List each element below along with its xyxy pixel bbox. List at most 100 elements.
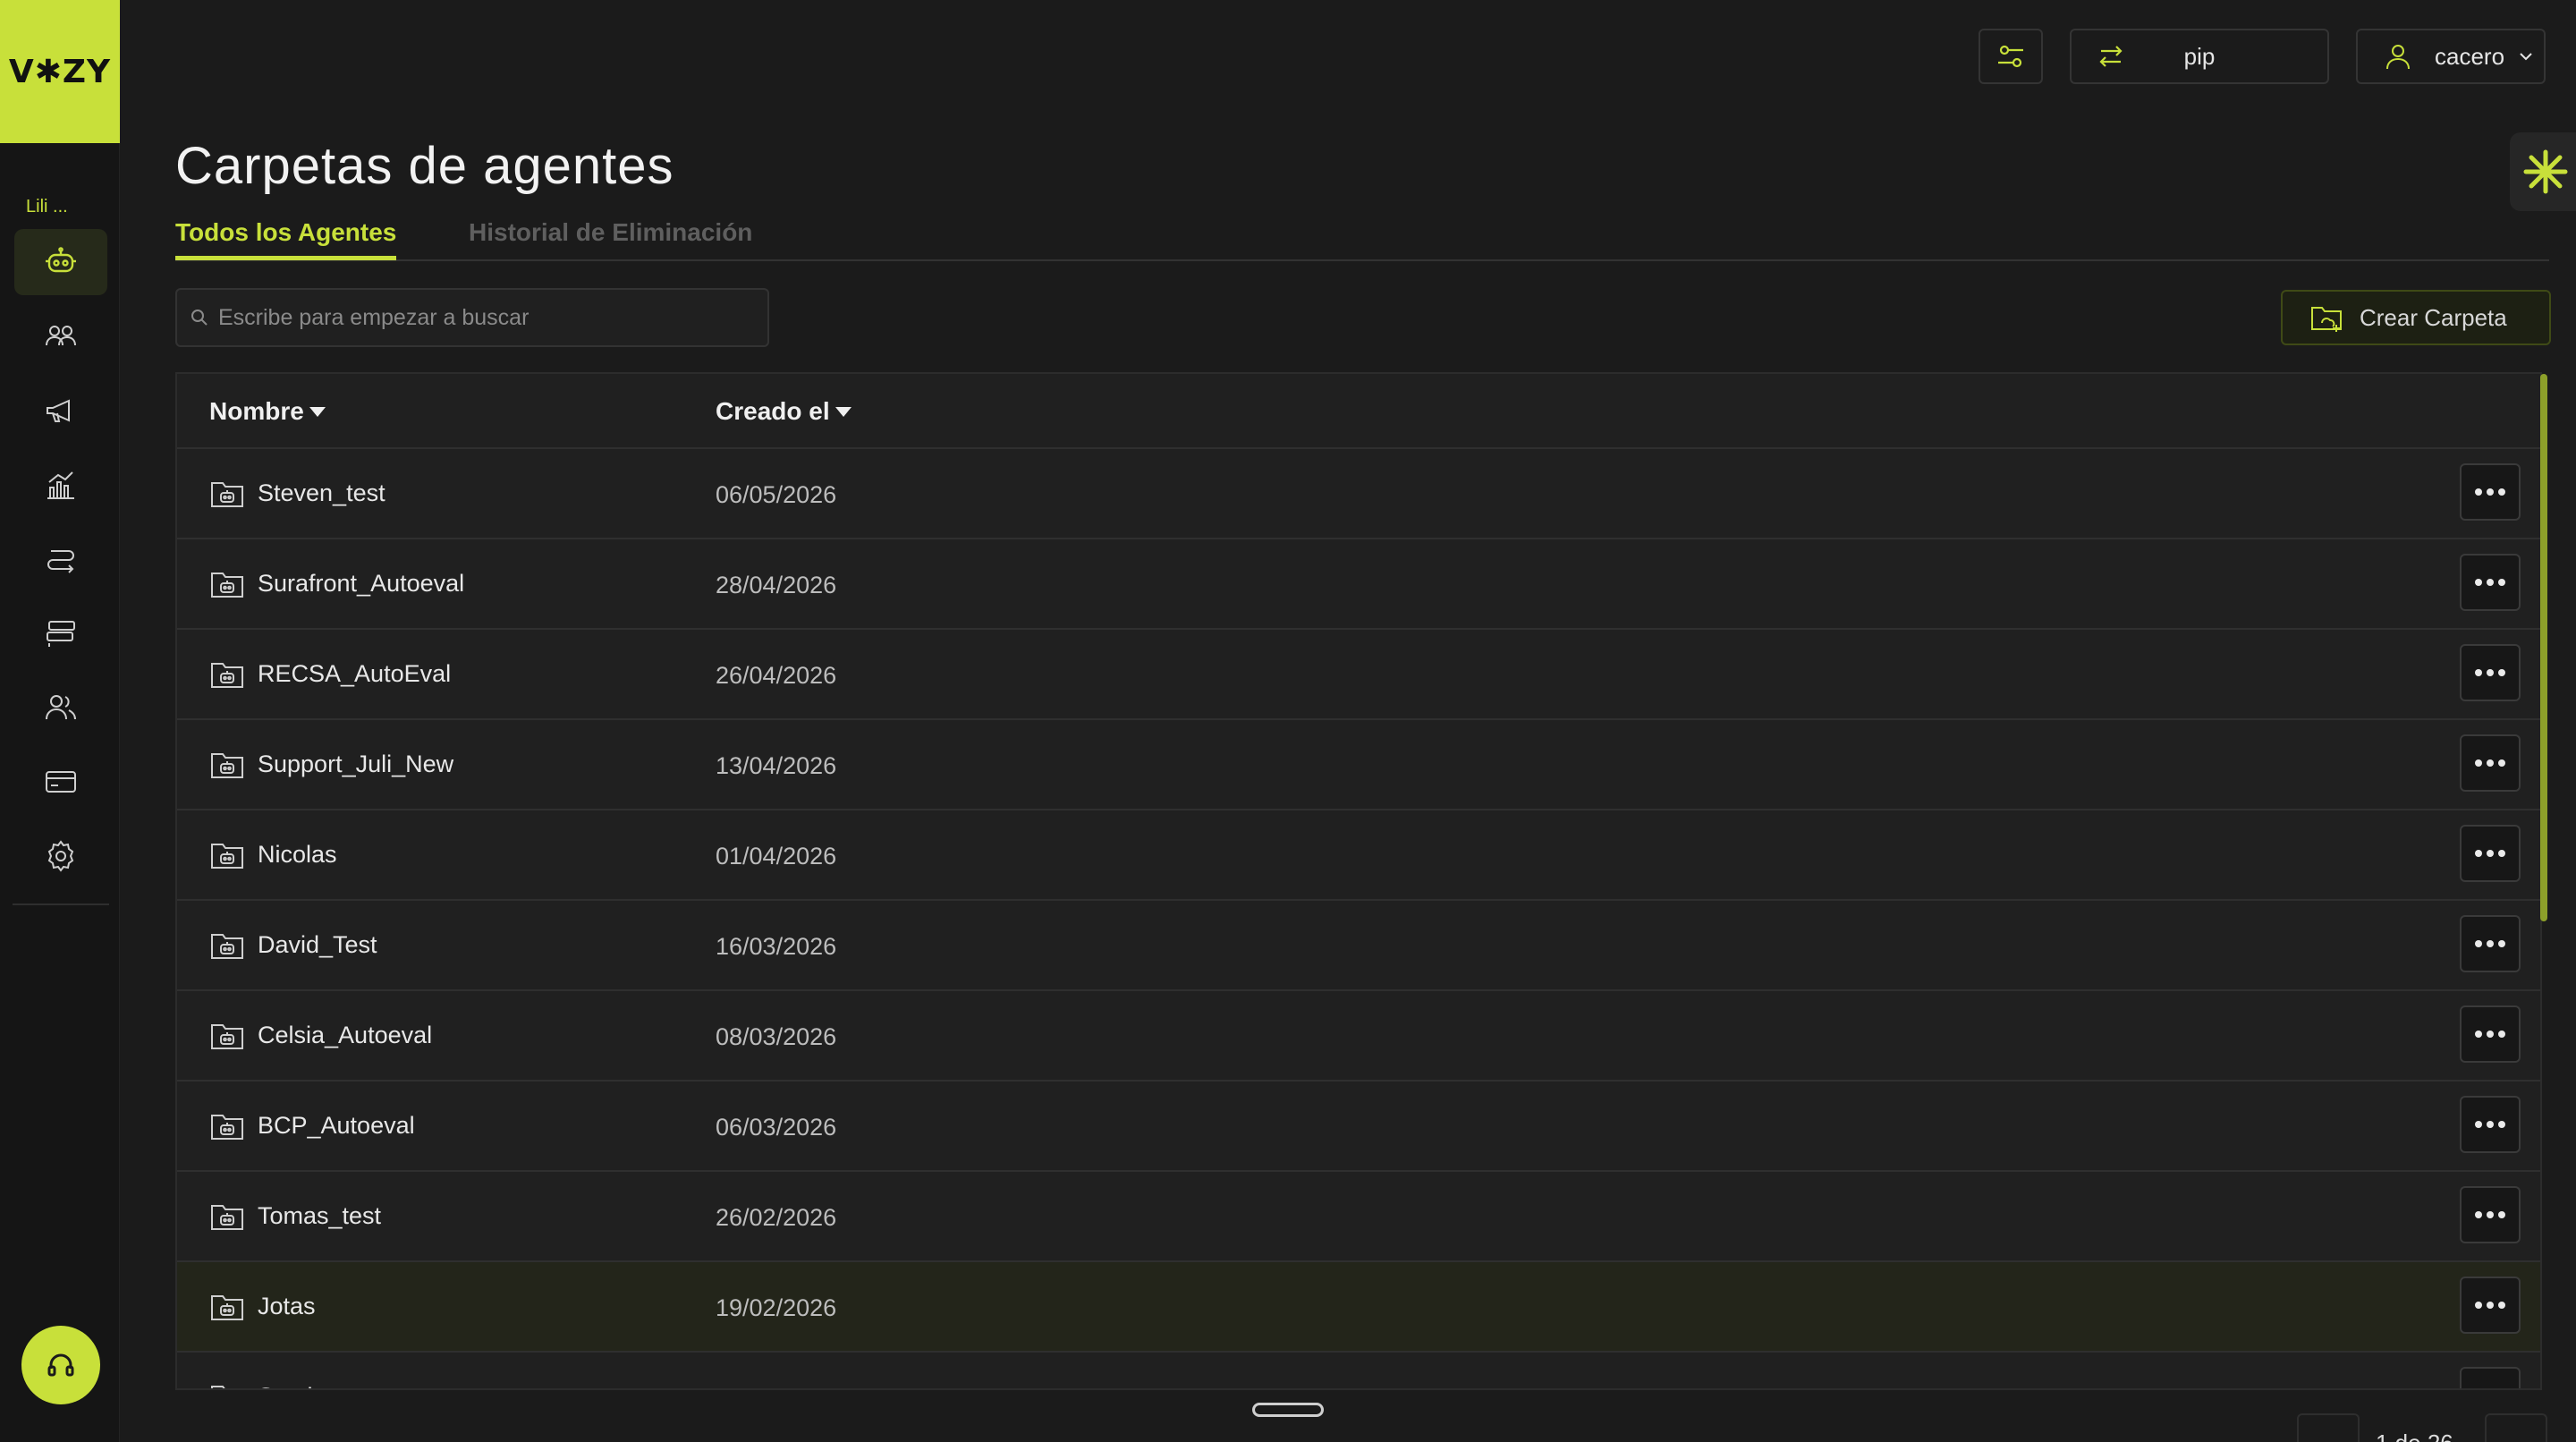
sidebar-item-users[interactable] [14,674,107,741]
search-input[interactable] [218,304,755,331]
table-body: Steven_test 06/05/2026 Surafront_Autoeval 2… [177,449,2540,1388]
users-group-icon [46,326,76,346]
folder-name[interactable]: David_Test [258,931,377,959]
more-dots-icon [2498,1211,2505,1218]
table-row[interactable]: Surafront_Autoeval 28/04/2026 [177,539,2540,630]
more-dots-icon [2475,850,2482,857]
logo-text: V✱ZY [8,53,112,90]
row-more-button[interactable] [2460,1096,2521,1153]
folder-name[interactable]: BCP_Autoeval [258,1112,415,1140]
folder-created-date: 01/04/2026 [716,843,837,869]
agent-folder-icon [211,934,243,959]
pagination-next-button[interactable] [2485,1413,2547,1442]
agent-folder-icon [211,1024,243,1049]
more-dots-icon [2475,669,2482,676]
row-more-button[interactable] [2460,463,2521,521]
sidebar-item-analytics[interactable] [14,452,107,518]
chart-icon [47,471,74,499]
table-scrollbar[interactable] [2540,374,2547,921]
user-icon [2386,45,2410,70]
table-row[interactable]: RECSA_AutoEval 26/04/2026 [177,630,2540,720]
row-more-button[interactable] [2460,1186,2521,1243]
folder-created-date: 28/04/2026 [716,572,837,598]
sidebar-item-campaigns[interactable] [14,377,107,444]
more-dots-icon [2487,669,2494,676]
more-dots-icon [2487,1302,2494,1309]
resize-handle[interactable] [1252,1403,1324,1417]
filter-settings-button[interactable] [1979,29,2043,84]
row-more-button[interactable] [2460,644,2521,701]
tab-bar: Todos los Agentes Historial de Eliminaci… [175,218,2549,261]
vozy-logo[interactable]: V✱ZY [0,0,120,143]
table-row[interactable]: Tomas_test 26/02/2026 [177,1172,2540,1262]
more-dots-icon [2475,1121,2482,1128]
support-button[interactable] [21,1326,100,1404]
table-row[interactable]: Jotas 19/02/2026 [177,1262,2540,1353]
sidebar-item-conversations[interactable] [14,600,107,666]
create-folder-button[interactable]: Crear Carpeta [2281,290,2551,345]
agent-folder-icon [211,482,243,507]
folder-created-date: 06/05/2026 [716,481,837,508]
tab-all-agents[interactable]: Todos los Agentes [175,218,397,260]
folder-name[interactable]: Nicolas [258,841,337,869]
more-dots-icon [2498,1121,2505,1128]
folder-name[interactable]: Tomas_test [258,1202,381,1230]
sliders-icon [1998,45,2023,68]
table-row[interactable]: Steven_test 06/05/2026 [177,449,2540,539]
sidebar-item-settings[interactable] [14,823,107,889]
folder-name[interactable]: Celsia_Autoeval [258,1022,432,1049]
create-folder-label: Crear Carpeta [2360,303,2507,331]
more-dots-icon [2475,1211,2482,1218]
table-row[interactable]: Santiago 17/02/2026 [177,1353,2540,1388]
folder-created-date: 06/03/2026 [716,1114,837,1141]
row-more-button[interactable] [2460,554,2521,611]
more-dots-icon [2475,1031,2482,1038]
table-row[interactable]: Celsia_Autoeval 08/03/2026 [177,991,2540,1082]
more-dots-icon [2498,488,2505,496]
headset-icon [47,1353,74,1377]
tab-deletion-history[interactable]: Historial de Eliminación [469,218,752,256]
sidebar-item-groups[interactable] [14,303,107,369]
sidebar-item-flows[interactable] [14,526,107,592]
folder-name[interactable]: Surafront_Autoeval [258,570,464,598]
row-more-button[interactable] [2460,1367,2521,1388]
agent-folder-icon [211,1295,243,1320]
table-row[interactable]: Support_Juli_New 13/04/2026 [177,720,2540,810]
more-dots-icon [2487,1211,2494,1218]
column-header-name[interactable]: Nombre [209,397,326,426]
agent-folder-icon [211,573,243,598]
row-more-button[interactable] [2460,915,2521,972]
sidebar-nav [14,229,107,897]
table-row[interactable]: David_Test 16/03/2026 [177,901,2540,991]
folder-name[interactable]: Jotas [258,1293,316,1320]
folder-name[interactable]: Support_Juli_New [258,751,453,778]
row-more-button[interactable] [2460,1005,2521,1063]
folder-name[interactable]: RECSA_AutoEval [258,660,451,688]
org-label[interactable]: Lili ... [26,197,68,217]
row-more-button[interactable] [2460,1277,2521,1334]
sidebar-item-billing[interactable] [14,749,107,815]
more-dots-icon [2498,1031,2505,1038]
table-row[interactable]: Nicolas 01/04/2026 [177,810,2540,901]
gear-icon [47,840,74,872]
row-more-button[interactable] [2460,825,2521,882]
assistant-tab[interactable] [2510,132,2576,211]
environment-switch-button[interactable]: pip [2070,29,2329,84]
username-label: cacero [2435,42,2505,70]
user-menu-button[interactable]: cacero [2356,29,2546,84]
sort-caret-icon [835,406,852,417]
row-more-button[interactable] [2460,734,2521,792]
pagination-prev-button[interactable] [2297,1413,2360,1442]
sidebar-item-agents[interactable] [14,229,107,295]
agent-folder-icon [211,663,243,688]
agent-folder-icon [211,844,243,869]
more-dots-icon [2487,488,2494,496]
column-header-created[interactable]: Creado el [716,397,852,426]
table-row[interactable]: BCP_Autoeval 06/03/2026 [177,1082,2540,1172]
folder-name[interactable]: Steven_test [258,479,386,507]
more-dots-icon [2498,669,2505,676]
users-icon [46,695,76,720]
folder-name[interactable]: Santiago [258,1383,353,1388]
more-dots-icon [2487,1121,2494,1128]
more-dots-icon [2498,850,2505,857]
